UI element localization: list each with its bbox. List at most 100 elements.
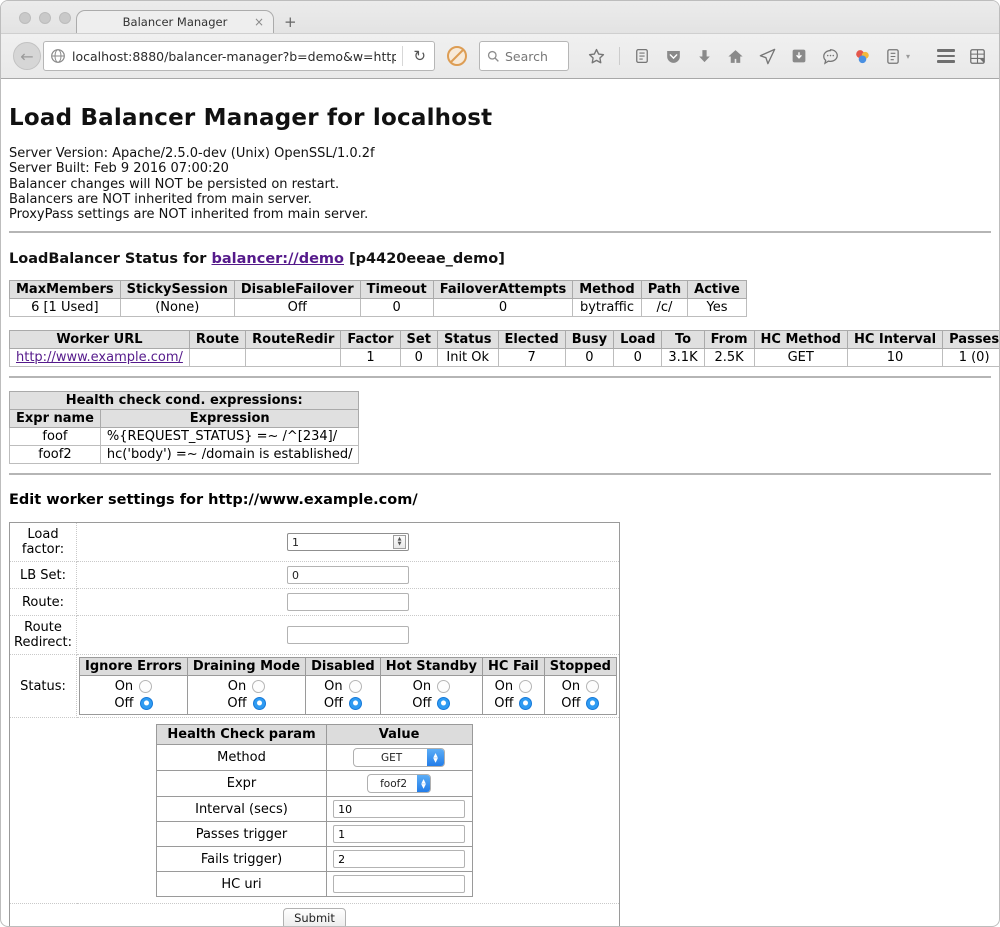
url-text[interactable]: localhost:8880/balancer-manager?b=demo&w… [72, 49, 396, 64]
route-redirect-input[interactable] [287, 626, 409, 644]
table-cell: 1 (0) [943, 349, 1000, 367]
divider [9, 376, 991, 378]
status-radio-on-draining-mode[interactable] [252, 680, 265, 693]
pocket-icon[interactable] [664, 47, 683, 66]
load-factor-input[interactable] [287, 533, 409, 551]
block-icon[interactable] [447, 46, 467, 66]
hc-uri-input[interactable] [333, 875, 465, 893]
home-icon[interactable] [726, 47, 745, 66]
tiles-icon[interactable] [968, 47, 987, 66]
table-cell: Init Ok [437, 349, 498, 367]
radio-label: Off [561, 695, 580, 712]
stepper-icon[interactable]: ▲▼ [393, 535, 406, 549]
radio-label: Off [494, 695, 513, 712]
back-button[interactable]: ← [13, 42, 41, 70]
close-tab-icon[interactable]: × [254, 15, 264, 29]
status-radio-on-hot-standby[interactable] [437, 680, 450, 693]
interval-secs-input[interactable] [333, 800, 465, 818]
status-radio-on-stopped[interactable] [586, 680, 599, 693]
status-label: Status: [10, 655, 77, 718]
chevron-down-icon[interactable]: ▾ [906, 52, 910, 61]
status-table: Ignore ErrorsDraining ModeDisabledHot St… [79, 657, 617, 715]
expr-table-title: Health check cond. expressions: [10, 392, 359, 410]
status-radio-off-ignore-errors[interactable] [140, 697, 153, 710]
close-window-icon[interactable] [19, 12, 31, 24]
hc-param-label: Expr [157, 771, 326, 797]
status-radio-on-hc-fail[interactable] [519, 680, 532, 693]
column-header: From [704, 331, 754, 349]
table-cell [246, 349, 341, 367]
status-option: Off [194, 695, 299, 712]
table-cell: 0 [565, 349, 613, 367]
column-header: Elected [498, 331, 565, 349]
status-cell: OnOff [483, 676, 545, 715]
chat-icon[interactable] [821, 47, 840, 66]
new-tab-button[interactable]: + [284, 13, 297, 31]
expr-name-cell: foof [10, 428, 101, 446]
status-radio-on-disabled[interactable] [349, 680, 362, 693]
hc-param-label: Fails trigger) [157, 847, 326, 872]
radio-label: Off [324, 695, 343, 712]
server-info-line: Server Built: Feb 9 2016 07:00:20 [9, 161, 991, 176]
reading-list-icon[interactable] [633, 47, 651, 65]
table-cell: http://www.example.com/ [10, 349, 190, 367]
passes-trigger-input[interactable] [333, 825, 465, 843]
table-cell: 0 [360, 299, 433, 317]
column-header: Route [189, 331, 245, 349]
zoom-window-icon[interactable] [59, 12, 71, 24]
menu-icon[interactable] [937, 49, 955, 63]
status-radio-on-ignore-errors[interactable] [139, 680, 152, 693]
minimize-window-icon[interactable] [39, 12, 51, 24]
hc-param-label: Interval (secs) [157, 797, 326, 822]
status-radio-off-hot-standby[interactable] [437, 697, 450, 710]
bookmark-star-icon[interactable] [587, 47, 606, 66]
expr-select[interactable]: foof2▲▼ [367, 774, 431, 793]
column-header: Set [400, 331, 437, 349]
column-header: FailoverAttempts [433, 281, 573, 299]
status-radio-off-stopped[interactable] [586, 697, 599, 710]
radio-label: Off [412, 695, 431, 712]
radio-label: On [495, 678, 513, 695]
column-header: Path [641, 281, 687, 299]
download-icon[interactable] [696, 48, 713, 65]
method-select[interactable]: GET▲▼ [353, 748, 445, 767]
status-radio-off-disabled[interactable] [349, 697, 362, 710]
worker-settings-form: Load factor: ▲▼ LB Set: Route: [9, 522, 620, 927]
route-input[interactable] [287, 593, 409, 611]
hc-param-value-cell: foof2▲▼ [326, 771, 472, 797]
lb-set-input[interactable] [287, 566, 409, 584]
clipboard-panel-icon[interactable] [885, 47, 901, 66]
status-column-header: Ignore Errors [80, 658, 188, 676]
table-cell: 0 [400, 349, 437, 367]
reload-icon[interactable]: ↻ [409, 47, 430, 65]
column-header: RouteRedir [246, 331, 341, 349]
form-row-lb-set: LB Set: [10, 562, 620, 589]
tab-balancer-manager[interactable]: Balancer Manager × [76, 10, 274, 33]
column-header: Expression [100, 410, 359, 428]
worker-url-link[interactable]: http://www.example.com/ [16, 350, 183, 365]
screenshot-dots-icon[interactable] [853, 47, 872, 66]
column-header: Status [437, 331, 498, 349]
divider [9, 231, 991, 233]
column-header: MaxMembers [10, 281, 121, 299]
tab-title: Balancer Manager [123, 15, 228, 29]
table-cell: 7 [498, 349, 565, 367]
status-option: On [551, 678, 610, 695]
url-bar[interactable]: localhost:8880/balancer-manager?b=demo&w… [43, 41, 435, 71]
balancer-demo-link[interactable]: balancer://demo [211, 251, 344, 267]
table-cell: (None) [120, 299, 234, 317]
column-header: Busy [565, 331, 613, 349]
status-radio-off-hc-fail[interactable] [519, 697, 532, 710]
submit-button[interactable]: Submit [283, 908, 346, 927]
status-column-header: Stopped [544, 658, 616, 676]
server-info-line: Balancers are NOT inherited from main se… [9, 192, 991, 207]
status-cell: OnOff [380, 676, 482, 715]
radio-label: Off [114, 695, 133, 712]
search-input[interactable]: Search [479, 41, 569, 71]
status-radio-off-draining-mode[interactable] [253, 697, 266, 710]
send-icon[interactable] [758, 47, 777, 66]
inbox-icon[interactable] [790, 47, 808, 65]
fails-trigger-input[interactable] [333, 850, 465, 868]
window-controls[interactable] [19, 12, 71, 24]
server-info-line: ProxyPass settings are NOT inherited fro… [9, 207, 991, 222]
